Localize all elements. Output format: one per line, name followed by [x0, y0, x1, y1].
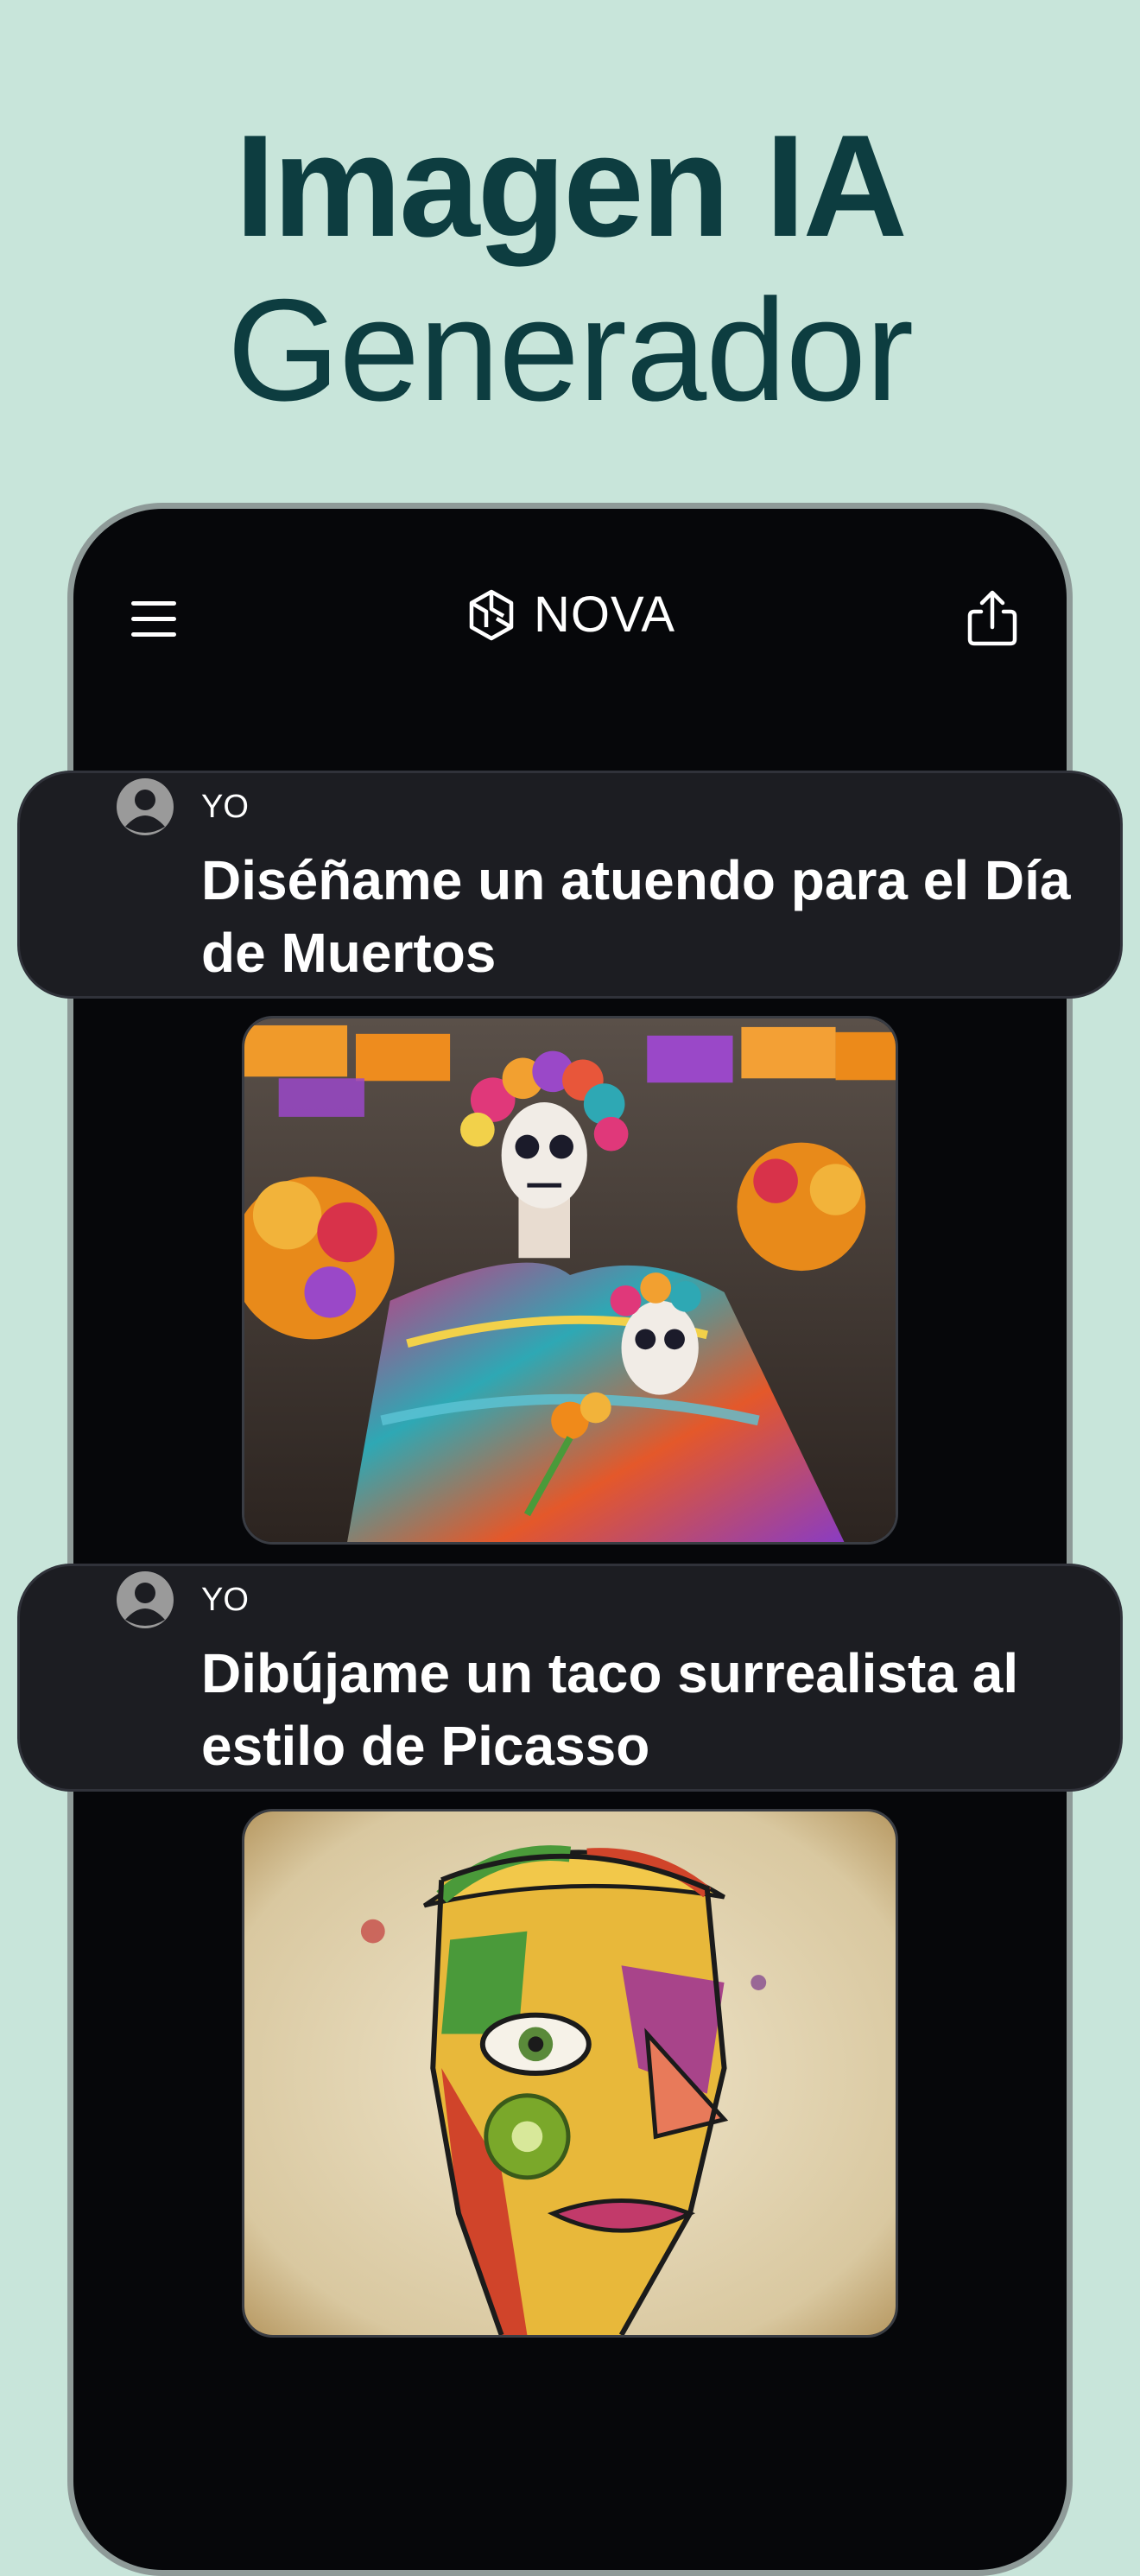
app-name: NOVA — [533, 587, 676, 643]
app-brand: NOVA — [67, 586, 1073, 644]
user-avatar-icon — [117, 778, 174, 835]
message-prompt: Diséñame un atuendo para el Día de Muert… — [201, 849, 1071, 984]
message-sender: YO — [201, 1582, 249, 1618]
generated-image-picasso-taco[interactable] — [242, 1809, 898, 2338]
message-prompt: Dibújame un taco surrealista al estilo d… — [201, 1642, 1019, 1777]
generated-image-catrina[interactable] — [242, 1016, 898, 1545]
nova-logo-icon — [469, 589, 514, 640]
share-icon[interactable] — [966, 589, 1019, 648]
app-topbar: NOVA — [67, 503, 1073, 736]
hero-title: Imagen IA — [235, 105, 908, 267]
message-sender: YO — [201, 789, 249, 825]
hero: Imagen IA Generador — [0, 104, 1140, 432]
chat-message-1: YO Diséñame un atuendo para el Día de Mu… — [17, 771, 1123, 999]
hero-subtitle: Generador — [226, 269, 914, 431]
user-avatar-icon — [117, 1571, 174, 1628]
chat-message-2: YO Dibújame un taco surrealista al estil… — [17, 1564, 1123, 1792]
